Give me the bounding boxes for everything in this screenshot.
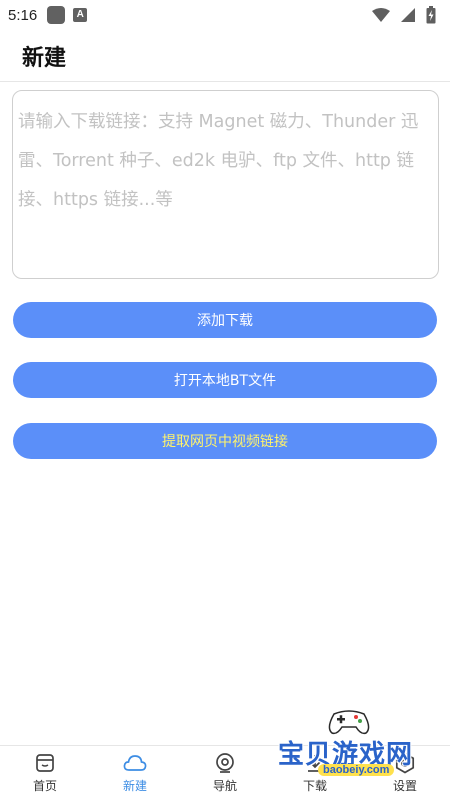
add-download-button[interactable]: 添加下载 — [13, 302, 437, 338]
status-time: 5:16 — [8, 6, 38, 24]
nav-item-home[interactable]: 首页 — [0, 746, 90, 800]
home-icon — [35, 752, 55, 774]
bottom-nav: 首页 新建 导航 下载 设置 — [0, 745, 450, 800]
battery-icon — [426, 6, 436, 24]
a-notification-icon: A — [73, 8, 88, 22]
status-right-icons — [372, 6, 436, 24]
nav-label-download: 下载 — [302, 779, 327, 793]
nav-item-settings[interactable]: 设置 — [360, 746, 450, 800]
nav-label-settings: 设置 — [392, 779, 417, 793]
status-bar: 5:16 A — [0, 0, 450, 30]
extract-video-link-button[interactable]: 提取网页中视频链接 — [13, 423, 437, 459]
app-icon — [47, 6, 66, 24]
nav-item-download[interactable]: 下载 — [270, 746, 360, 800]
nav-item-navigation[interactable]: 导航 — [180, 746, 270, 800]
cloud-icon — [123, 752, 147, 774]
page-title: 新建 — [22, 45, 67, 71]
app-header: 新建 — [0, 30, 450, 82]
download-icon — [305, 752, 325, 774]
download-link-input[interactable] — [12, 90, 439, 279]
signal-icon — [401, 8, 415, 22]
nav-label-home: 首页 — [32, 779, 57, 793]
gamepad-icon — [328, 710, 370, 735]
nav-item-new[interactable]: 新建 — [90, 746, 180, 800]
gear-icon — [394, 752, 416, 774]
wifi-icon — [372, 7, 390, 22]
nav-label-new: 新建 — [122, 779, 147, 793]
compass-icon — [214, 752, 236, 774]
nav-label-navigation: 导航 — [212, 779, 237, 793]
open-local-bt-button[interactable]: 打开本地BT文件 — [13, 362, 437, 398]
